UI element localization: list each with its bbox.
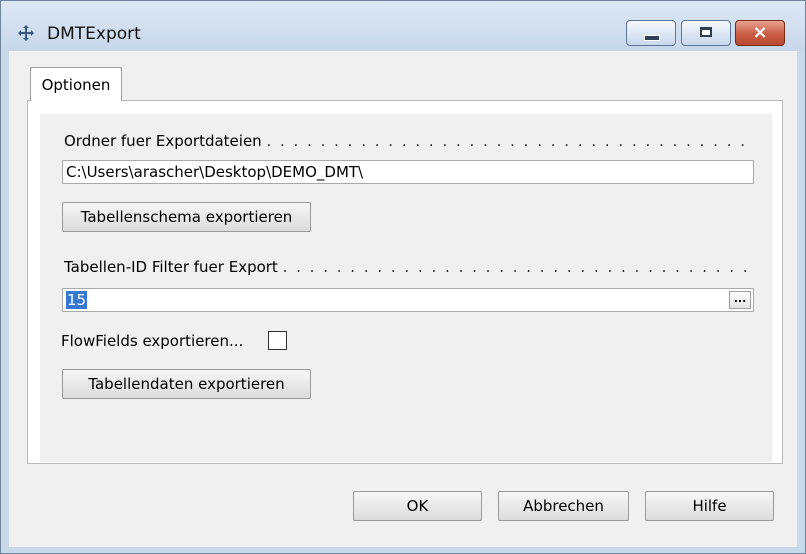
table-filter-input[interactable]: 15 ... — [62, 288, 754, 312]
export-folder-label: Ordner fuer Exportdateien — [64, 132, 262, 150]
cancel-button[interactable]: Abbrechen — [498, 491, 629, 521]
title-bar[interactable]: DMTExport × — [1, 1, 805, 51]
tab-panel: Ordner fuer Exportdateien . . . . . . . … — [27, 100, 783, 464]
table-filter-label: Tabellen-ID Filter fuer Export — [64, 258, 278, 276]
export-folder-input[interactable]: C:\Users\arascher\Desktop\DEMO_DMT\ — [62, 160, 754, 184]
table-filter-label-row: Tabellen-ID Filter fuer Export . . . . .… — [64, 258, 754, 278]
options-group: Ordner fuer Exportdateien . . . . . . . … — [40, 114, 772, 462]
move-icon — [18, 25, 34, 41]
label-leader-dots: . . . . . . . . . . . . . . . . . . . . … — [266, 132, 754, 150]
ok-button[interactable]: OK — [353, 491, 482, 521]
flowfields-label: FlowFields exportieren... — [61, 332, 244, 350]
close-button[interactable]: × — [735, 20, 785, 46]
maximize-button[interactable] — [681, 20, 731, 46]
maximize-icon — [700, 27, 712, 37]
minimize-icon — [644, 35, 660, 41]
dialog-body: Optionen Ordner fuer Exportdateien . . .… — [9, 51, 797, 547]
table-filter-value: 15 — [66, 291, 88, 309]
help-button[interactable]: Hilfe — [645, 491, 774, 521]
flowfields-checkbox[interactable] — [268, 331, 287, 350]
dialog-window: DMTExport × Optionen Ordner fuer Exportd… — [0, 0, 806, 554]
close-icon: × — [752, 22, 768, 43]
export-folder-label-row: Ordner fuer Exportdateien . . . . . . . … — [64, 132, 754, 152]
tab-optionen[interactable]: Optionen — [30, 67, 122, 101]
lookup-button[interactable]: ... — [729, 291, 751, 309]
label-leader-dots: . . . . . . . . . . . . . . . . . . . . … — [282, 258, 754, 276]
export-schema-button[interactable]: Tabellenschema exportieren — [62, 202, 311, 232]
export-data-button[interactable]: Tabellendaten exportieren — [62, 369, 311, 399]
window-title: DMTExport — [47, 24, 141, 44]
minimize-button[interactable] — [626, 20, 676, 46]
